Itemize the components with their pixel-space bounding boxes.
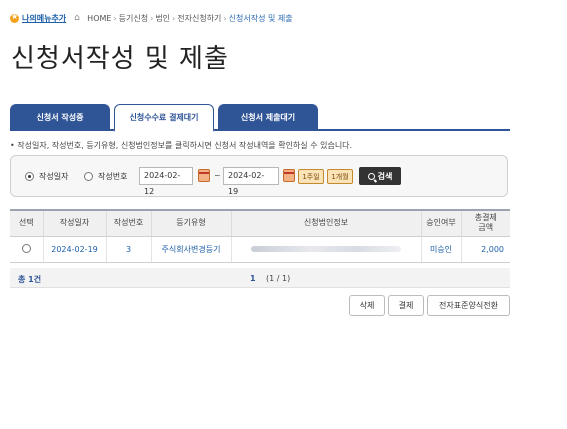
radio-write-number-label: 작성번호	[98, 172, 128, 181]
breadcrumb-separator: ›	[113, 13, 117, 23]
tab-writing[interactable]: 신청서 작성중	[10, 104, 110, 131]
row-select-radio[interactable]	[21, 243, 31, 253]
breadcrumb-separator: ›	[172, 13, 176, 23]
table-header-row: 선택 작성일자 작성번호 등기유형 신청법인정보 승인여부 총결제 금액	[10, 209, 510, 237]
calendar-icon[interactable]	[198, 169, 210, 182]
row-approval-status: 미승인	[421, 236, 462, 263]
breadcrumb-item-corporation[interactable]: 법인	[155, 13, 170, 24]
pagination-info: (1 / 1)	[266, 274, 291, 283]
page-title: 신청서작성 및 제출	[11, 44, 229, 74]
column-header-approval: 승인여부	[421, 209, 462, 237]
add-my-menu-link[interactable]: 나의메뉴추가	[10, 12, 67, 24]
search-panel: 작성일자 작성번호 2024-02-12 ~ 2024-02-19 1주일 1개…	[10, 155, 508, 197]
radio-write-date-label: 작성일자	[39, 172, 69, 181]
breadcrumb-item-e-application[interactable]: 전자신청하기	[177, 13, 221, 24]
column-header-corporation-info: 신청법인정보	[231, 209, 422, 237]
row-write-date[interactable]: 2024-02-19	[43, 236, 107, 263]
radio-button[interactable]	[84, 172, 93, 181]
breadcrumb: 나의메뉴추가 ⌂ HOME › 등기신청 › 법인 › 전자신청하기 › 신청서…	[10, 11, 293, 25]
calendar-icon[interactable]	[283, 169, 295, 182]
row-registration-type[interactable]: 주식회사변경등기	[151, 236, 232, 263]
row-total-amount: 2,000	[461, 236, 510, 263]
add-my-menu-label: 나의메뉴추가	[22, 13, 67, 23]
date-to-input[interactable]: 2024-02-19	[223, 167, 279, 196]
radio-button[interactable]	[25, 172, 34, 181]
pagination-current-page[interactable]: 1	[250, 274, 256, 283]
convert-standard-form-button[interactable]: 전자표준양식전환	[427, 295, 510, 316]
total-prefix: 총	[18, 275, 26, 284]
radio-write-number[interactable]: 작성번호	[84, 171, 127, 182]
column-header-registration-type: 등기유형	[151, 209, 232, 237]
pay-button[interactable]: 결제	[388, 295, 424, 316]
search-button[interactable]: 검색	[359, 167, 401, 185]
date-range-separator: ~	[214, 171, 221, 180]
breadcrumb-home[interactable]: HOME	[87, 14, 111, 23]
tab-bar: 신청서 작성중 신청수수료 결제대기 신청서 제출대기	[10, 104, 510, 132]
tab-submission-pending[interactable]: 신청서 제출대기	[218, 104, 318, 131]
row-corporation-info[interactable]	[231, 236, 422, 263]
date-from-input[interactable]: 2024-02-12	[139, 167, 193, 196]
table-summary-bar: 총 1건 1 (1 / 1)	[10, 268, 510, 288]
notice-text: • 작성일자, 작성번호, 등기유형, 신청법인정보를 클릭하시면 신청서 작성…	[10, 141, 353, 150]
column-header-write-date: 작성일자	[43, 209, 107, 237]
results-table: 선택 작성일자 작성번호 등기유형 신청법인정보 승인여부 총결제 금액 202…	[10, 209, 510, 263]
total-suffix: 건	[33, 275, 42, 284]
column-header-select: 선택	[10, 209, 44, 237]
breadcrumb-current: 신청서작성 및 제출	[228, 13, 293, 23]
one-month-button[interactable]: 1개월	[327, 169, 353, 184]
breadcrumb-separator: ›	[150, 13, 154, 23]
tab-fee-payment-pending[interactable]: 신청수수료 결제대기	[114, 104, 214, 132]
star-icon	[10, 12, 19, 23]
home-icon: ⌂	[74, 12, 80, 23]
radio-write-date[interactable]: 작성일자	[25, 171, 68, 182]
breadcrumb-item-registration[interactable]: 등기신청	[119, 13, 148, 24]
one-week-button[interactable]: 1주일	[298, 169, 324, 184]
breadcrumb-separator: ›	[223, 13, 227, 23]
search-icon	[367, 172, 375, 180]
delete-button[interactable]: 삭제	[349, 295, 385, 316]
total-count: 총 1건	[18, 274, 41, 285]
row-select-cell	[10, 236, 44, 263]
row-write-number[interactable]: 3	[106, 236, 152, 263]
redacted-corporation-info	[251, 246, 401, 252]
total-amount-header-line1: 총결제	[474, 213, 497, 223]
table-row: 2024-02-19 3 주식회사변경등기 미승인 2,000	[10, 236, 510, 263]
column-header-write-number: 작성번호	[106, 209, 152, 237]
total-amount-header-line2: 금액	[478, 223, 494, 233]
search-button-label: 검색	[377, 171, 393, 181]
column-header-total-amount: 총결제 금액	[461, 209, 510, 237]
